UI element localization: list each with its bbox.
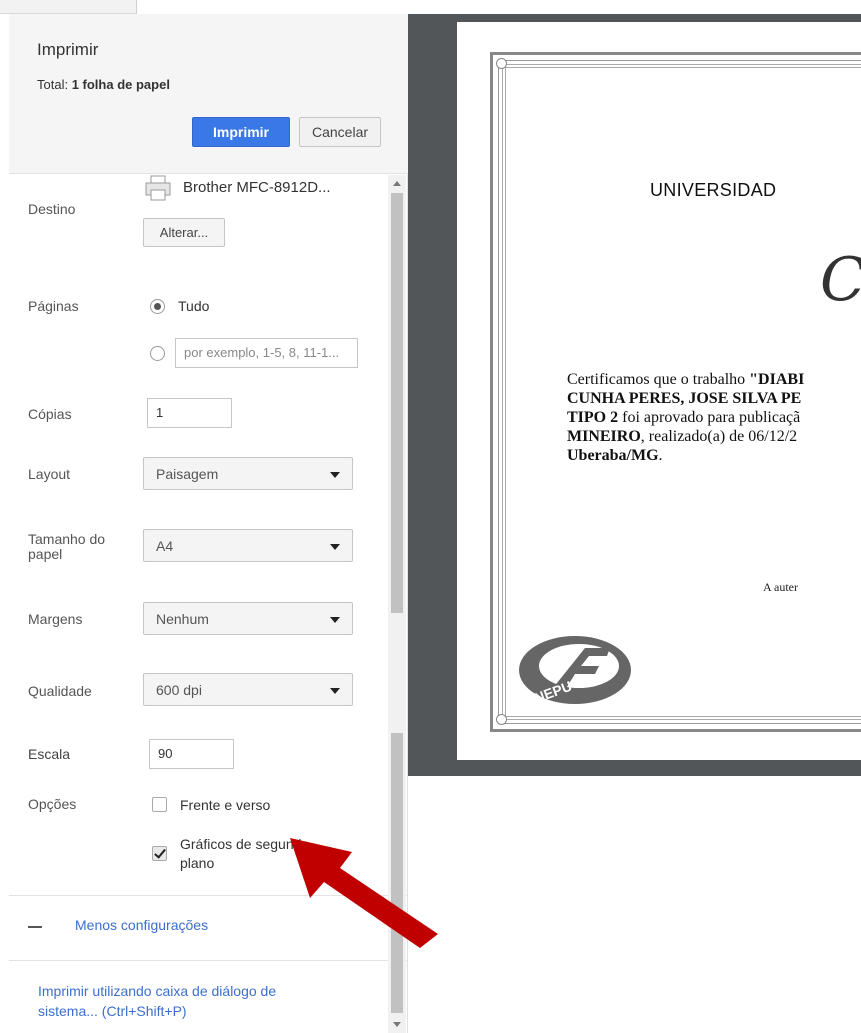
- certificate-script-letter: C: [820, 245, 861, 315]
- address-area: [136, 0, 861, 14]
- margins-value: Nenhum: [156, 611, 209, 627]
- certificate-line-2: CUNHA PERES, JOSE SILVA PE: [567, 390, 802, 407]
- scroll-down-arrow-icon[interactable]: [393, 1022, 401, 1027]
- destination-label: Destino: [28, 201, 76, 217]
- scrollbar-thumb[interactable]: [391, 193, 403, 613]
- paper-size-label: Tamanho do papel: [28, 532, 105, 562]
- authentication-text: A auter: [763, 580, 798, 594]
- layout-select[interactable]: Paisagem: [143, 457, 353, 490]
- total-prefix: Total:: [37, 77, 72, 92]
- corner-ornament: [496, 58, 507, 69]
- sheet-total: Total: 1 folha de papel: [37, 77, 170, 92]
- paper-size-value: A4: [156, 538, 174, 554]
- quality-select[interactable]: 600 dpi: [143, 673, 353, 706]
- duplex-label: Frente e verso: [180, 797, 271, 813]
- scale-input[interactable]: 90: [149, 739, 234, 769]
- print-button[interactable]: Imprimir: [192, 117, 290, 147]
- margins-select[interactable]: Nenhum: [143, 602, 353, 635]
- pages-all-label: Tudo: [178, 298, 210, 314]
- corner-ornament: [496, 714, 507, 725]
- quality-value: 600 dpi: [156, 682, 202, 698]
- unepu-logo: UNEPU: [519, 636, 631, 710]
- scroll-up-arrow-icon[interactable]: [393, 181, 401, 186]
- red-arrow-pointer: [290, 838, 438, 948]
- layout-value: Paisagem: [156, 466, 219, 482]
- less-settings-link[interactable]: Menos configurações: [75, 917, 208, 933]
- duplex-checkbox[interactable]: [152, 797, 167, 812]
- browser-top-strip: [0, 0, 861, 14]
- pages-label: Páginas: [28, 298, 79, 314]
- pages-all-radio[interactable]: [150, 299, 165, 314]
- total-value: 1 folha de papel: [71, 77, 170, 92]
- system-dialog-line2: sistema... (Ctrl+Shift+P): [38, 1003, 187, 1019]
- layout-label: Layout: [28, 466, 71, 482]
- chevron-down-icon: [330, 617, 340, 623]
- printer-name: Brother MFC-8912D...: [183, 179, 331, 196]
- copies-label: Cópias: [28, 406, 72, 422]
- chevron-down-icon: [330, 688, 340, 694]
- print-header: Imprimir Total: 1 folha de papel Imprimi…: [9, 14, 408, 174]
- printer-icon: [145, 175, 171, 201]
- pages-custom-input[interactable]: por exemplo, 1-5, 8, 11-1...: [175, 338, 358, 368]
- divider: [9, 960, 408, 961]
- background-graphics-checkbox[interactable]: [152, 846, 167, 861]
- certificate-line-4: MINEIRO, realizado(a) de 06/12/2: [567, 428, 798, 445]
- certificate-body: Certificamos que o trabalho "DIABI CUNHA…: [567, 370, 861, 465]
- change-destination-button[interactable]: Alterar...: [143, 218, 225, 247]
- paper-size-select[interactable]: A4: [143, 529, 353, 562]
- options-label: Opções: [28, 796, 77, 812]
- dialog-title: Imprimir: [37, 40, 99, 59]
- paper-size-label-line2: papel: [28, 546, 63, 562]
- certificate-line-5: Uberaba/MG.: [567, 447, 663, 464]
- scale-label: Escala: [28, 746, 71, 762]
- quality-label: Qualidade: [28, 683, 92, 699]
- university-heading: UNIVERSIDAD: [650, 180, 777, 200]
- paper-size-label-line1: Tamanho do: [28, 531, 106, 547]
- certificate-line-3: TIPO 2 foi aprovado para publicaçã: [567, 409, 801, 426]
- system-dialog-line1: Imprimir utilizando caixa de diálogo de: [38, 983, 277, 999]
- copies-input[interactable]: 1: [147, 398, 232, 428]
- margins-label: Margens: [28, 611, 83, 627]
- chevron-down-icon: [330, 544, 340, 550]
- cancel-button[interactable]: Cancelar: [299, 117, 381, 147]
- pages-custom-radio[interactable]: [150, 346, 165, 361]
- system-dialog-link[interactable]: Imprimir utilizando caixa de diálogo de …: [38, 981, 276, 1021]
- chevron-down-icon: [330, 472, 340, 478]
- collapse-minus-icon[interactable]: [28, 926, 42, 928]
- certificate-line-1: Certificamos que o trabalho "DIABI: [567, 371, 805, 388]
